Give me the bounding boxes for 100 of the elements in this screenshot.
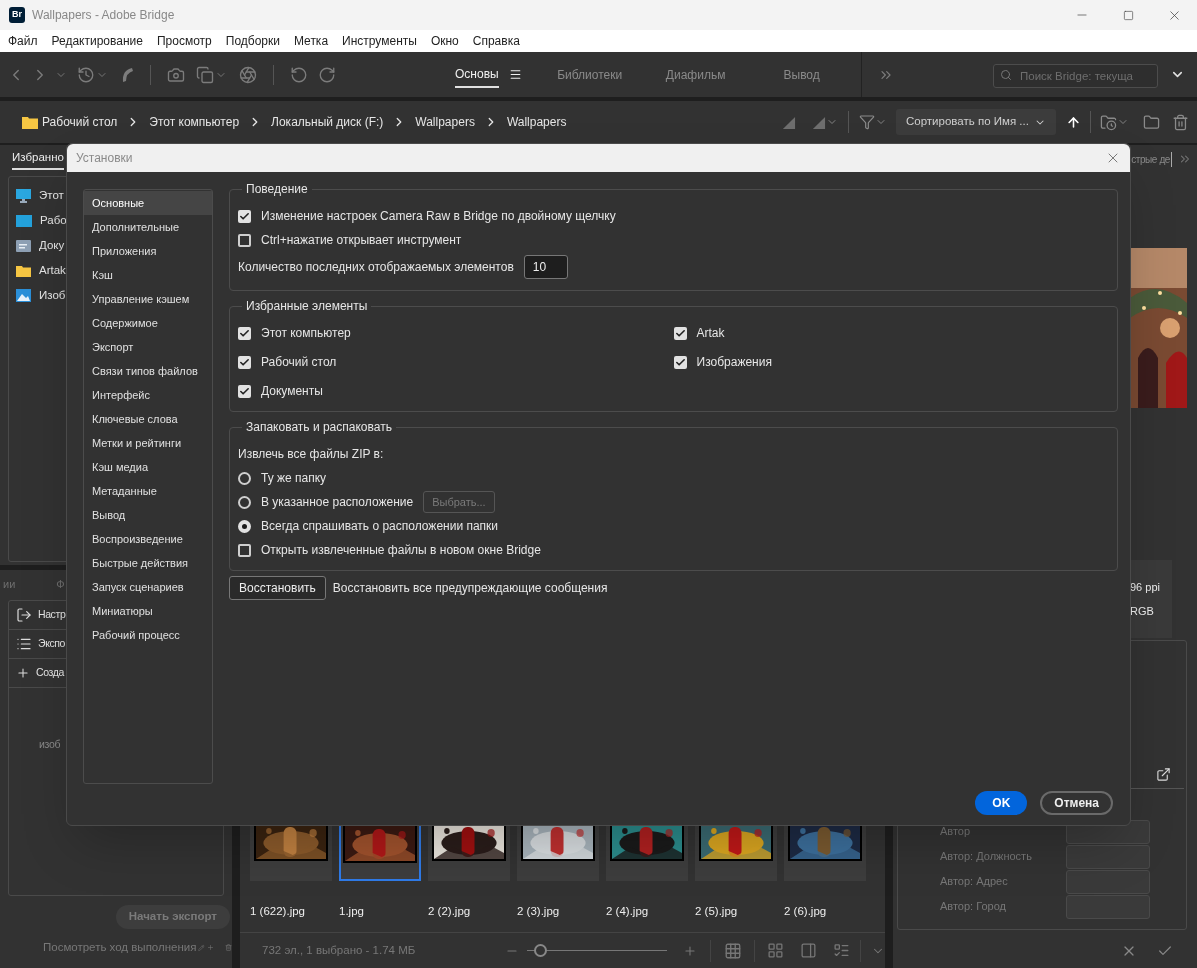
category-item[interactable]: Интерфейс [84,383,212,407]
app-badge: Br [9,7,25,23]
menu-item[interactable]: Метка [293,32,329,50]
menu-item[interactable]: Окно [430,32,459,50]
breadcrumb[interactable]: Этот компьютер [149,113,240,131]
menu-item[interactable]: Редактирование [51,32,143,50]
category-item[interactable]: Ключевые слова [84,407,212,431]
favorite-item[interactable]: Изоб [39,286,66,305]
category-item[interactable]: Миниатюры [84,599,212,623]
category-item[interactable]: Основные [84,191,212,215]
option-label: Изменение настроек Camera Raw в Bridge по двойному щелчку [261,208,616,225]
category-item[interactable]: Метки и рейтинги [84,431,212,455]
grid-icon[interactable] [724,941,743,960]
category-item[interactable]: Быстрые действия [84,551,212,575]
slider-thumb[interactable] [533,944,547,957]
sort-dropdown[interactable]: Сортировать по Имя ... [896,109,1056,135]
checkbox[interactable] [673,355,687,369]
rotate-right-icon[interactable] [318,65,336,84]
open-external-icon[interactable] [1156,767,1171,782]
category-item[interactable]: Метаданные [84,479,212,503]
metadata-field[interactable] [1066,894,1150,919]
boomerang-icon[interactable] [120,65,134,84]
zoom-in-icon[interactable] [683,943,698,958]
more-panels-icon[interactable] [1178,152,1192,166]
category-item[interactable]: Вывод [84,503,212,527]
category-item[interactable]: Кэш [84,263,212,287]
recent-folder-icon[interactable] [1100,113,1117,131]
category-item[interactable]: Дополнительные [84,215,212,239]
menu-icon[interactable] [508,68,522,81]
category-item[interactable]: Приложения [84,239,212,263]
delete-icon[interactable] [1172,113,1189,131]
maximize-icon[interactable] [1122,9,1134,21]
workspace-tab[interactable]: Диафильм [642,52,749,97]
zoom-slider[interactable] [527,943,668,958]
radio-button[interactable] [238,495,251,509]
rating-filter-icon[interactable] [781,114,796,130]
menu-item[interactable]: Инструменты [342,32,417,50]
checkbox[interactable] [238,543,251,557]
menu-item[interactable]: Файл [8,32,38,50]
option-label: В указанное расположение [261,494,414,511]
plus-icon[interactable] [16,666,30,680]
export-preset[interactable]: Настр [38,607,66,623]
file-name: 2 (5).jpg [695,904,739,917]
file-info: 96 ppi [1130,579,1161,595]
category-item[interactable]: Управление кэшем [84,287,212,311]
category-item[interactable]: Воспроизведение [84,527,212,551]
search-field[interactable]: Поиск Bridge: текуща [993,63,1158,88]
category-item[interactable]: Запуск сценариев [84,575,212,599]
favorite-item[interactable]: Рабо [40,211,67,230]
category-item[interactable]: Рабочий процесс [84,623,212,647]
aperture-icon[interactable] [239,65,257,84]
checkbox[interactable] [238,384,251,398]
metadata-field[interactable] [1066,869,1150,894]
rating-filter-icon[interactable] [811,114,826,130]
radio-button[interactable] [238,471,251,485]
metadata-field[interactable] [1066,844,1150,869]
metadata-label: Автор: Должность [940,849,1033,865]
favorite-item[interactable]: Artak [39,261,66,280]
workspace-tab[interactable]: Основы [440,52,537,97]
details-view-icon[interactable] [800,942,818,959]
checkbox[interactable] [673,326,687,340]
list-icon[interactable] [16,636,32,652]
breadcrumb[interactable]: Рабочий стол [42,113,118,131]
list-view-icon[interactable] [833,942,851,959]
category-item[interactable]: Экспорт [84,335,212,359]
radio-button[interactable] [238,519,251,533]
camera-icon[interactable] [167,65,185,84]
category-item[interactable]: Содержимое [84,311,212,335]
workspace-tab[interactable]: Вывод [748,52,855,97]
favorite-item[interactable]: Доку [39,236,65,255]
checkbox[interactable] [238,233,251,247]
group-title: Избранные элементы [245,298,369,315]
rotate-left-icon[interactable] [290,65,308,84]
option-label: Этот компьютер [261,325,351,342]
ok-button[interactable]: OK [975,791,1028,815]
panel-tab[interactable]: Избранно [12,148,64,170]
checkbox[interactable] [238,209,251,223]
empty-hint: изоб [39,737,62,752]
cancel-button[interactable]: Отмена [1040,791,1113,815]
menu-item[interactable]: Справка [472,32,520,50]
thumbnails-view-icon[interactable] [767,942,785,959]
new-folder-icon[interactable] [1143,113,1160,131]
menu-item[interactable]: Просмотр [156,32,212,50]
history-icon[interactable] [77,65,95,84]
favorite-item[interactable]: Этот [39,186,64,205]
breadcrumb[interactable]: Wallpapers [506,113,567,131]
workspace-tab[interactable]: Библиотеки [536,52,643,97]
copy-icon[interactable] [196,65,214,84]
breadcrumb[interactable]: Локальный диск (F:) [271,113,384,131]
export-preset[interactable]: Созда [36,665,64,681]
checkbox[interactable] [238,326,251,340]
checkbox[interactable] [238,355,251,369]
restore-button[interactable]: Восстановить [229,576,326,600]
category-item[interactable]: Кэш медиа [84,455,212,479]
breadcrumb[interactable]: Wallpapers [415,113,475,131]
number-field[interactable]: 10 [523,255,568,279]
menu-item[interactable]: Подборки [225,32,280,50]
filter-icon[interactable] [859,114,875,130]
export-preset[interactable]: Экспо [38,636,66,652]
category-item[interactable]: Связи типов файлов [84,359,212,383]
